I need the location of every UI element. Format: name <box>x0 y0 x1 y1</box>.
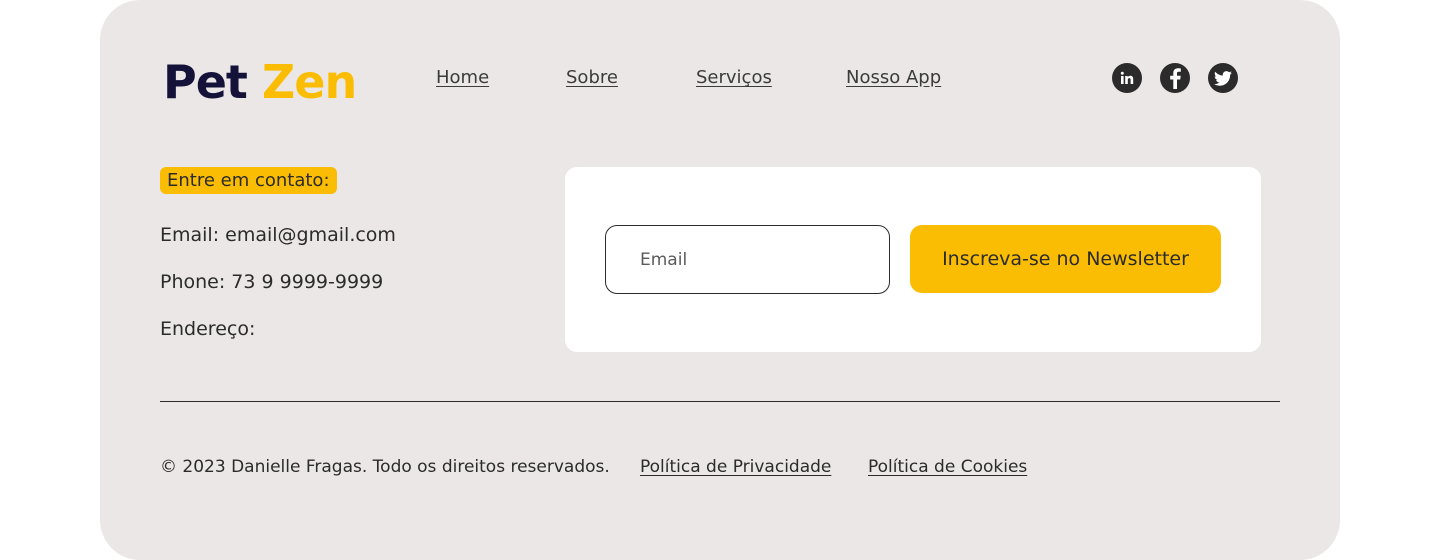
contact-heading: Entre em contato: <box>160 167 337 194</box>
brand-logo-part-1: Pet <box>163 55 248 109</box>
nav-item-home[interactable]: Home <box>436 66 489 90</box>
facebook-icon[interactable] <box>1160 63 1190 93</box>
newsletter-email-input[interactable] <box>605 225 890 294</box>
nav-item-servicos[interactable]: Serviços <box>696 66 772 90</box>
newsletter-card: Inscreva-se no Newsletter <box>565 167 1261 352</box>
contact-phone: Phone: 73 9 9999-9999 <box>160 271 384 293</box>
contact-email: Email: email@gmail.com <box>160 224 396 246</box>
nav-item-nosso-app[interactable]: Nosso App <box>846 66 941 90</box>
newsletter-subscribe-button[interactable]: Inscreva-se no Newsletter <box>910 225 1221 293</box>
privacy-policy-link[interactable]: Política de Privacidade <box>640 455 831 479</box>
cookies-policy-link[interactable]: Política de Cookies <box>868 455 1027 479</box>
copyright-text: © 2023 Danielle Fragas. Todo os direitos… <box>160 457 610 477</box>
brand-logo-part-2: Zen <box>261 55 357 109</box>
twitter-icon[interactable] <box>1208 63 1238 93</box>
nav-item-sobre[interactable]: Sobre <box>566 66 618 90</box>
brand-logo[interactable]: Pet Zen <box>163 54 357 110</box>
contact-address: Endereço: <box>160 318 256 340</box>
linkedin-icon[interactable] <box>1112 63 1142 93</box>
footer-divider <box>160 401 1280 402</box>
